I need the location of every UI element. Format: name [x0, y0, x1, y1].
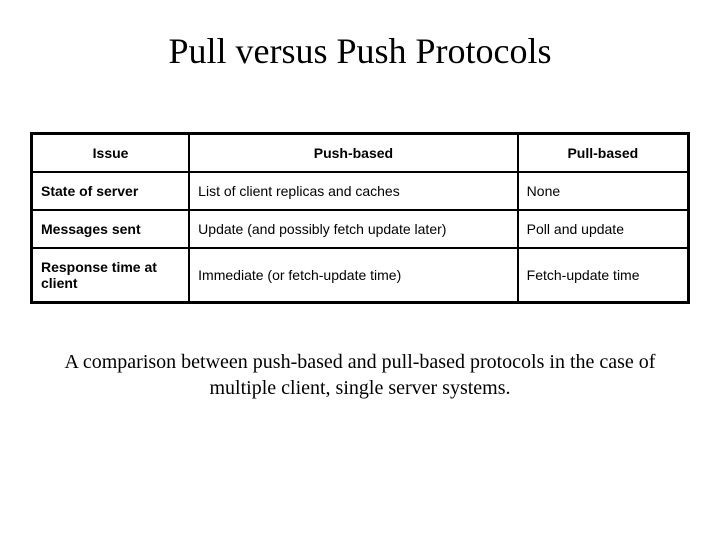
cell-issue: State of server [32, 172, 190, 210]
table-header-row: Issue Push-based Pull-based [32, 134, 689, 173]
cell-push: Immediate (or fetch-update time) [189, 248, 518, 303]
cell-pull: Fetch-update time [518, 248, 689, 303]
cell-issue: Response time at client [32, 248, 190, 303]
cell-pull: Poll and update [518, 210, 689, 248]
header-issue: Issue [32, 134, 190, 173]
cell-push: Update (and possibly fetch update later) [189, 210, 518, 248]
slide-title: Pull versus Push Protocols [30, 30, 690, 72]
slide-caption: A comparison between push-based and pull… [30, 349, 690, 401]
table-row: Response time at client Immediate (or fe… [32, 248, 689, 303]
table-row: Messages sent Update (and possibly fetch… [32, 210, 689, 248]
table-row: State of server List of client replicas … [32, 172, 689, 210]
header-pull: Pull-based [518, 134, 689, 173]
header-push: Push-based [189, 134, 518, 173]
cell-push: List of client replicas and caches [189, 172, 518, 210]
cell-issue: Messages sent [32, 210, 190, 248]
comparison-table: Issue Push-based Pull-based State of ser… [30, 132, 690, 304]
cell-pull: None [518, 172, 689, 210]
